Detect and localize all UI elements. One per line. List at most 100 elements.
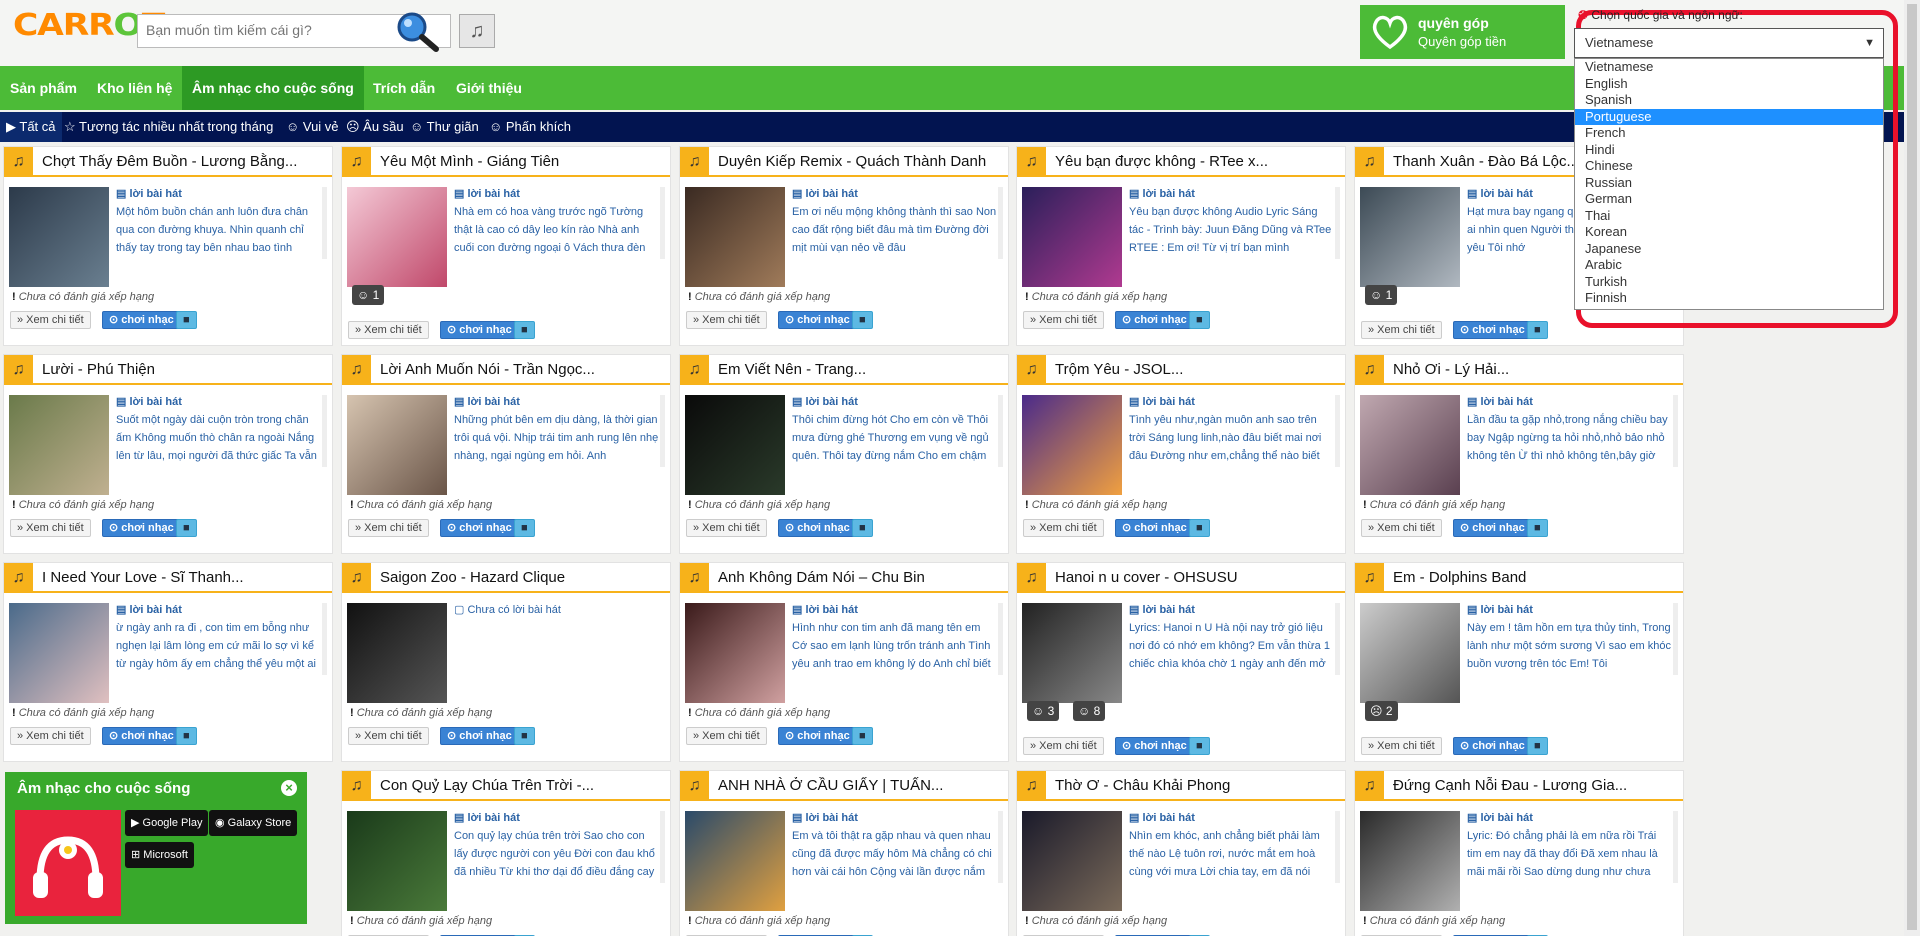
lyrics-scrollbar[interactable] [1335,811,1340,883]
filter-item-1[interactable]: ☆ Tương tác nhiều nhất trong tháng [58,112,279,142]
google-play-badge[interactable]: ▶ Google Play [125,810,209,836]
video-button[interactable]: ■ [176,311,197,329]
song-thumbnail[interactable] [1360,603,1460,703]
play-music-button[interactable]: ⊙ chơi nhạc [1115,519,1194,537]
language-option[interactable]: Korean [1575,224,1883,241]
view-detail-button[interactable]: » Xem chi tiết [1023,519,1104,537]
microsoft-badge[interactable]: ⊞ Microsoft [125,842,194,868]
song-title[interactable]: Trộm Yêu - JSOL... [1055,361,1340,378]
song-title[interactable]: I Need Your Love - Sĩ Thanh... [42,569,327,586]
song-thumbnail[interactable] [1022,811,1122,911]
galaxy-store-badge[interactable]: ◉ Galaxy Store [209,810,298,836]
language-option[interactable]: Arabic [1575,257,1883,274]
play-music-button[interactable]: ⊙ chơi nhạc [102,311,181,329]
lyrics-scrollbar[interactable] [322,187,327,259]
search-input[interactable] [138,15,378,45]
song-thumbnail[interactable] [9,187,109,287]
song-thumbnail[interactable] [1360,395,1460,495]
song-title[interactable]: Con Quỷ Lạy Chúa Trên Trời -... [380,777,665,794]
song-title[interactable]: Chợt Thấy Đêm Buồn - Lương Bằng... [42,153,327,170]
song-thumbnail[interactable] [1360,187,1460,287]
play-music-button[interactable]: ⊙ chơi nhạc [778,519,857,537]
view-detail-button[interactable]: » Xem chi tiết [10,519,91,537]
language-option[interactable]: Japanese [1575,241,1883,258]
song-title[interactable]: Nhỏ Ơi - Lý Hải... [1393,361,1678,378]
search-icon[interactable] [386,9,444,53]
view-detail-button[interactable]: » Xem chi tiết [10,311,91,329]
video-button[interactable]: ■ [1189,519,1210,537]
emote-count-badge[interactable]: ☺ 1 [1365,285,1398,305]
video-button[interactable]: ■ [1527,321,1548,339]
nav-item-1[interactable]: Kho liên hệ [87,66,182,110]
nav-item-3[interactable]: Trích dẫn [363,66,445,110]
song-thumbnail[interactable] [347,187,447,287]
play-music-button[interactable]: ⊙ chơi nhạc [1453,519,1532,537]
song-thumbnail[interactable] [9,395,109,495]
song-title[interactable]: Em Viết Nên - Trang... [718,361,1003,378]
view-detail-button[interactable]: » Xem chi tiết [348,727,429,745]
language-option[interactable]: Vietnamese [1575,59,1883,76]
song-title[interactable]: ANH NHÀ Ở CẦU GIẤY | TUẤN... [718,777,1003,794]
song-title[interactable]: Yêu bạn được không - RTee x... [1055,153,1340,170]
lyrics-scrollbar[interactable] [1673,395,1678,467]
song-thumbnail[interactable] [9,603,109,703]
play-music-button[interactable]: ⊙ chơi nhạc [440,321,519,339]
play-music-button[interactable]: ⊙ chơi nhạc [440,727,519,745]
song-title[interactable]: Duyên Kiếp Remix - Quách Thành Danh [718,153,1003,170]
song-title[interactable]: Lời Anh Muốn Nói - Trần Ngọc... [380,361,665,378]
filter-item-2[interactable]: ☺ Vui vẻ [280,112,345,142]
video-button[interactable]: ■ [514,519,535,537]
video-button[interactable]: ■ [514,321,535,339]
lyrics-scrollbar[interactable] [998,811,1003,883]
video-button[interactable]: ■ [852,311,873,329]
nav-item-0[interactable]: Sản phẩm [0,66,87,110]
song-thumbnail[interactable] [347,603,447,703]
play-music-button[interactable]: ⊙ chơi nhạc [1453,737,1532,755]
music-note-icon[interactable]: ♫ [459,14,495,48]
language-option[interactable]: Spanish [1575,92,1883,109]
video-button[interactable]: ■ [852,519,873,537]
view-detail-button[interactable]: » Xem chi tiết [686,519,767,537]
lyrics-scrollbar[interactable] [322,603,327,675]
video-button[interactable]: ■ [176,519,197,537]
song-title[interactable]: Lười - Phú Thiện [42,361,327,378]
lyrics-scrollbar[interactable] [660,395,665,467]
view-detail-button[interactable]: » Xem chi tiết [348,321,429,339]
song-thumbnail[interactable] [685,187,785,287]
lyrics-scrollbar[interactable] [1335,187,1340,259]
language-option[interactable]: Thai [1575,208,1883,225]
view-detail-button[interactable]: » Xem chi tiết [1023,737,1104,755]
language-option[interactable]: English [1575,76,1883,93]
video-button[interactable]: ■ [1527,737,1548,755]
play-music-button[interactable]: ⊙ chơi nhạc [102,519,181,537]
emote-count-badge[interactable]: ☹ 2 [1365,701,1398,721]
filter-item-0[interactable]: ▶ Tất cả [0,112,62,142]
lyrics-scrollbar[interactable] [998,187,1003,259]
song-title[interactable]: Anh Không Dám Nói – Chu Bin [718,569,1003,586]
nav-item-2[interactable]: Âm nhạc cho cuộc sống [182,66,364,110]
language-select[interactable]: Vietnamese ▼ [1574,28,1884,58]
scrollbar-thumb[interactable] [1907,4,1917,930]
play-music-button[interactable]: ⊙ chơi nhạc [102,727,181,745]
song-thumbnail[interactable] [685,811,785,911]
song-thumbnail[interactable] [685,395,785,495]
donate-button[interactable]: quyên góp Quyên góp tiền [1360,5,1565,59]
song-thumbnail[interactable] [347,811,447,911]
emote-count-badge[interactable]: ☺ 8 [1073,701,1106,721]
lyrics-scrollbar[interactable] [998,603,1003,675]
song-title[interactable]: Thờ Ơ - Châu Khải Phong [1055,777,1340,794]
song-thumbnail[interactable] [1022,187,1122,287]
song-title[interactable]: Em - Dolphins Band [1393,569,1678,586]
language-option[interactable]: Chinese [1575,158,1883,175]
view-detail-button[interactable]: » Xem chi tiết [1023,311,1104,329]
video-button[interactable]: ■ [176,727,197,745]
lyrics-scrollbar[interactable] [998,395,1003,467]
lyrics-scrollbar[interactable] [660,187,665,259]
lyrics-scrollbar[interactable] [1335,603,1340,675]
filter-item-3[interactable]: ☹ Âu sầu [340,112,410,142]
video-button[interactable]: ■ [1189,311,1210,329]
view-detail-button[interactable]: » Xem chi tiết [10,727,91,745]
play-music-button[interactable]: ⊙ chơi nhạc [440,519,519,537]
song-title[interactable]: Saigon Zoo - Hazard Clique [380,569,665,586]
play-music-button[interactable]: ⊙ chơi nhạc [1115,311,1194,329]
